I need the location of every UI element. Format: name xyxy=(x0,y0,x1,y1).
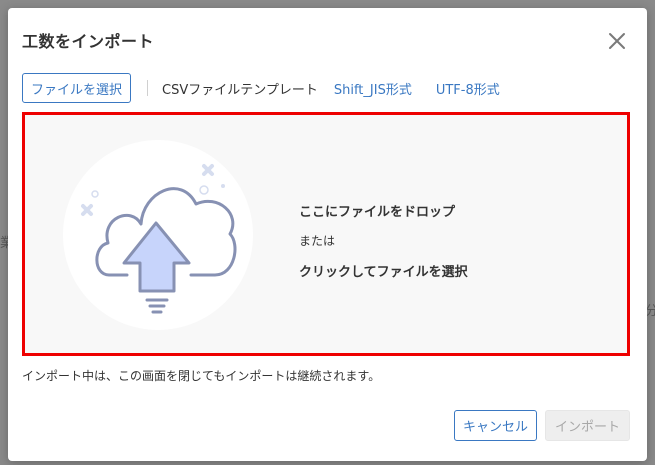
import-button[interactable]: インポート xyxy=(544,410,630,441)
dropzone-text: ここにファイルをドロップ または クリックしてファイルを選択 xyxy=(299,201,468,280)
close-button[interactable] xyxy=(606,30,628,52)
drop-here-text: ここにファイルをドロップ xyxy=(299,205,456,220)
dialog-footer: キャンセル インポート xyxy=(453,410,630,441)
close-icon xyxy=(609,33,625,49)
dialog-title: 工数をインポート xyxy=(22,32,155,51)
toolbar-divider xyxy=(147,80,149,96)
shift-jis-template-link[interactable]: Shift_JIS形式 xyxy=(334,79,412,98)
click-to-select-text: クリックしてファイルを選択 xyxy=(299,265,468,280)
cloud-upload-icon xyxy=(63,140,253,330)
or-text: または xyxy=(299,234,336,248)
import-note: インポート中は、この画面を閉じてもインポートは継続されます。 xyxy=(22,369,381,383)
utf8-template-link[interactable]: UTF-8形式 xyxy=(436,79,500,98)
file-dropzone[interactable]: ここにファイルをドロップ または クリックしてファイルを選択 xyxy=(22,112,630,356)
toolbar: ファイルを選択 CSVファイルテンプレート Shift_JIS形式 UTF-8形… xyxy=(22,72,524,104)
csv-template-label: CSVファイルテンプレート xyxy=(162,82,318,98)
cancel-button[interactable]: キャンセル xyxy=(453,410,537,441)
import-dialog: 工数をインポート ファイルを選択 CSVファイルテンプレート Shift_JIS… xyxy=(8,8,647,461)
select-file-button[interactable]: ファイルを選択 xyxy=(22,73,132,103)
